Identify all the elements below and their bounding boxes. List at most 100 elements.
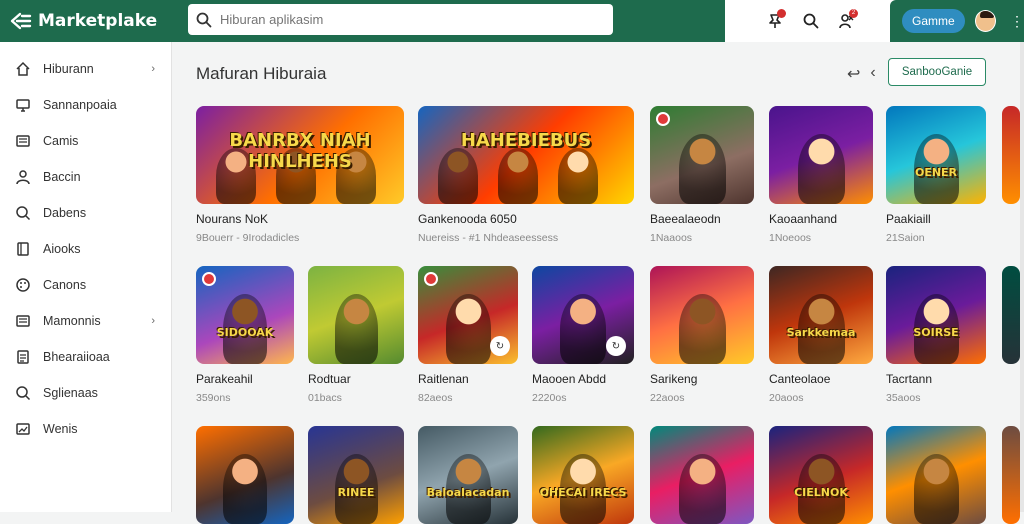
sidebar-item[interactable]: Mamonnis › bbox=[0, 303, 171, 339]
sidebar-item[interactable]: Baccin bbox=[0, 159, 171, 195]
game-button[interactable]: Gamme bbox=[902, 9, 965, 33]
game-title[interactable]: Sarikeng bbox=[650, 372, 754, 386]
chevron-right-icon[interactable]: › bbox=[151, 315, 155, 327]
game-card[interactable]: ↻ Raitlenan 82aeos bbox=[418, 266, 518, 404]
search-bar[interactable] bbox=[188, 4, 613, 35]
game-title[interactable]: Tacrtann bbox=[886, 372, 986, 386]
game-card[interactable] bbox=[886, 426, 986, 524]
sidebar-item-label: Wenis bbox=[43, 422, 78, 436]
game-card[interactable] bbox=[650, 426, 754, 524]
sidebar-item[interactable]: Aiooks bbox=[0, 231, 171, 267]
game-thumbnail[interactable]: Sarkkemaa bbox=[769, 266, 873, 364]
game-title[interactable]: Paakiaill bbox=[886, 212, 986, 226]
game-card[interactable]: Sarikeng 22aoos bbox=[650, 266, 754, 404]
sidebar-item-label: Hiburann bbox=[43, 62, 94, 76]
badge-icon bbox=[656, 112, 670, 126]
game-title[interactable]: Maooen Abdd bbox=[532, 372, 634, 386]
sidebar-item[interactable]: Wenis bbox=[0, 411, 171, 447]
sidebar-list: Hiburann › Sannanpoaia Camis Baccin Dabens Aio… bbox=[0, 51, 171, 447]
game-title[interactable]: Nourans NoK bbox=[196, 212, 404, 226]
game-thumbnail[interactable]: OHECAI IRECS bbox=[532, 426, 634, 524]
play-icon[interactable]: ↻ bbox=[606, 336, 626, 356]
sidebar-item-label: Dabens bbox=[43, 206, 87, 220]
game-thumbnail[interactable]: SIDOOAK bbox=[196, 266, 294, 364]
game-card[interactable]: CIELNOK bbox=[769, 426, 873, 524]
game-thumbnail[interactable] bbox=[769, 106, 873, 204]
game-thumbnail[interactable]: OENER bbox=[886, 106, 986, 204]
sidebar-item[interactable]: Bhearaiioaa bbox=[0, 339, 171, 375]
sidebar-item[interactable]: Sannanpoaia bbox=[0, 87, 171, 123]
main-content: Mafuran Hiburaia ↩ ‹ SanbooGanie BANRBX … bbox=[172, 42, 1024, 524]
game-meta: 1Naaoos bbox=[650, 232, 693, 244]
game-title[interactable]: Baeealaeodn bbox=[650, 212, 754, 226]
game-thumbnail[interactable] bbox=[650, 426, 754, 524]
game-thumbnail-partial[interactable] bbox=[1002, 266, 1020, 364]
game-card[interactable]: Baeealaeodn 1Naaoos bbox=[650, 106, 754, 244]
game-title[interactable]: Rodtuar bbox=[308, 372, 404, 386]
chevron-right-icon[interactable]: › bbox=[151, 63, 155, 75]
game-title[interactable]: Canteolaoe bbox=[769, 372, 873, 386]
sidebar-item[interactable]: Camis bbox=[0, 123, 171, 159]
game-thumbnail[interactable]: HAHEBIEBUS bbox=[418, 106, 634, 204]
solo-game-button[interactable]: SanbooGanie bbox=[888, 58, 986, 86]
game-card[interactable]: BANRBX NIAH HINLHEHS Nourans NoK 9Bouerr -… bbox=[196, 106, 404, 244]
game-title[interactable]: Parakeahil bbox=[196, 372, 294, 386]
game-art-title: OHECAI IRECS bbox=[539, 486, 627, 499]
game-card[interactable]: SIDOOAK Parakeahil 359ons bbox=[196, 266, 294, 404]
sidebar-item[interactable]: Sglienaas bbox=[0, 375, 171, 411]
sidebar-item[interactable]: Hiburann › bbox=[0, 51, 171, 87]
game-thumbnail[interactable] bbox=[196, 426, 294, 524]
alert-button[interactable] bbox=[757, 0, 793, 42]
game-thumbnail-partial[interactable] bbox=[1002, 426, 1020, 524]
sidebar-item[interactable]: Canons bbox=[0, 267, 171, 303]
sidebar-item[interactable]: Dabens bbox=[0, 195, 171, 231]
more-menu-icon[interactable]: ⋮ bbox=[1010, 14, 1024, 28]
game-card[interactable]: Sarkkemaa Canteolaoe 20aoos bbox=[769, 266, 873, 404]
user-icon bbox=[15, 169, 31, 185]
game-card[interactable]: OHECAI IRECS bbox=[532, 426, 634, 524]
game-card[interactable]: OENER Paakiaill 21Saion bbox=[886, 106, 986, 244]
app-logo[interactable]: Marketplake bbox=[0, 11, 188, 31]
search-icon bbox=[803, 13, 819, 29]
game-card[interactable] bbox=[196, 426, 294, 524]
game-card[interactable]: ↻ Maooen Abdd 2220os bbox=[532, 266, 634, 404]
back-icon[interactable]: ↩ bbox=[847, 64, 860, 84]
game-meta: 22aoos bbox=[650, 392, 685, 404]
game-meta: 20aoos bbox=[769, 392, 804, 404]
game-thumbnail[interactable]: CIELNOK bbox=[769, 426, 873, 524]
scrollbar[interactable] bbox=[1020, 42, 1024, 512]
notification-count: 2 bbox=[849, 9, 858, 18]
search-button[interactable] bbox=[793, 0, 829, 42]
game-thumbnail[interactable] bbox=[308, 266, 404, 364]
game-card[interactable]: HAHEBIEBUS Gankenooda 6050 Nuereiss - #1 N… bbox=[418, 106, 634, 244]
game-thumbnail[interactable]: BANRBX NIAH HINLHEHS bbox=[196, 106, 404, 204]
play-icon[interactable]: ↻ bbox=[490, 336, 510, 356]
game-thumbnail[interactable] bbox=[650, 106, 754, 204]
game-thumbnail[interactable]: SOIRSE bbox=[886, 266, 986, 364]
game-title[interactable]: Kaoaanhand bbox=[769, 212, 873, 226]
game-art-title: OENER bbox=[914, 166, 958, 179]
game-card[interactable]: RINEE bbox=[308, 426, 404, 524]
game-meta: 9Bouerr - 9Irodadicles bbox=[196, 232, 300, 244]
game-thumbnail-partial[interactable] bbox=[1002, 106, 1020, 204]
character-figure bbox=[438, 148, 478, 204]
game-thumbnail[interactable] bbox=[650, 266, 754, 364]
game-thumbnail[interactable]: ↻ bbox=[418, 266, 518, 364]
game-thumbnail[interactable]: RINEE bbox=[308, 426, 404, 524]
game-card[interactable]: Rodtuar 01bacs bbox=[308, 266, 404, 404]
avatar[interactable] bbox=[974, 10, 996, 32]
game-card[interactable]: Baloalacadan bbox=[418, 426, 518, 524]
game-title[interactable]: Gankenooda 6050 bbox=[418, 212, 634, 226]
logo-icon bbox=[10, 12, 32, 30]
game-thumbnail[interactable] bbox=[886, 426, 986, 524]
search-input[interactable] bbox=[220, 12, 600, 27]
chevron-left-icon[interactable]: ‹ bbox=[870, 64, 875, 84]
notifications-button[interactable]: 2 bbox=[829, 0, 865, 42]
game-thumbnail[interactable]: Baloalacadan bbox=[418, 426, 518, 524]
game-art-title: Baloalacadan bbox=[426, 486, 510, 499]
game-title[interactable]: Raitlenan bbox=[418, 372, 518, 386]
game-thumbnail[interactable]: ↻ bbox=[532, 266, 634, 364]
game-card[interactable]: Kaoaanhand 1Noeoos bbox=[769, 106, 873, 244]
game-card[interactable]: SOIRSE Tacrtann 35aoos bbox=[886, 266, 986, 404]
sidebar-item-label: Aiooks bbox=[43, 242, 81, 256]
